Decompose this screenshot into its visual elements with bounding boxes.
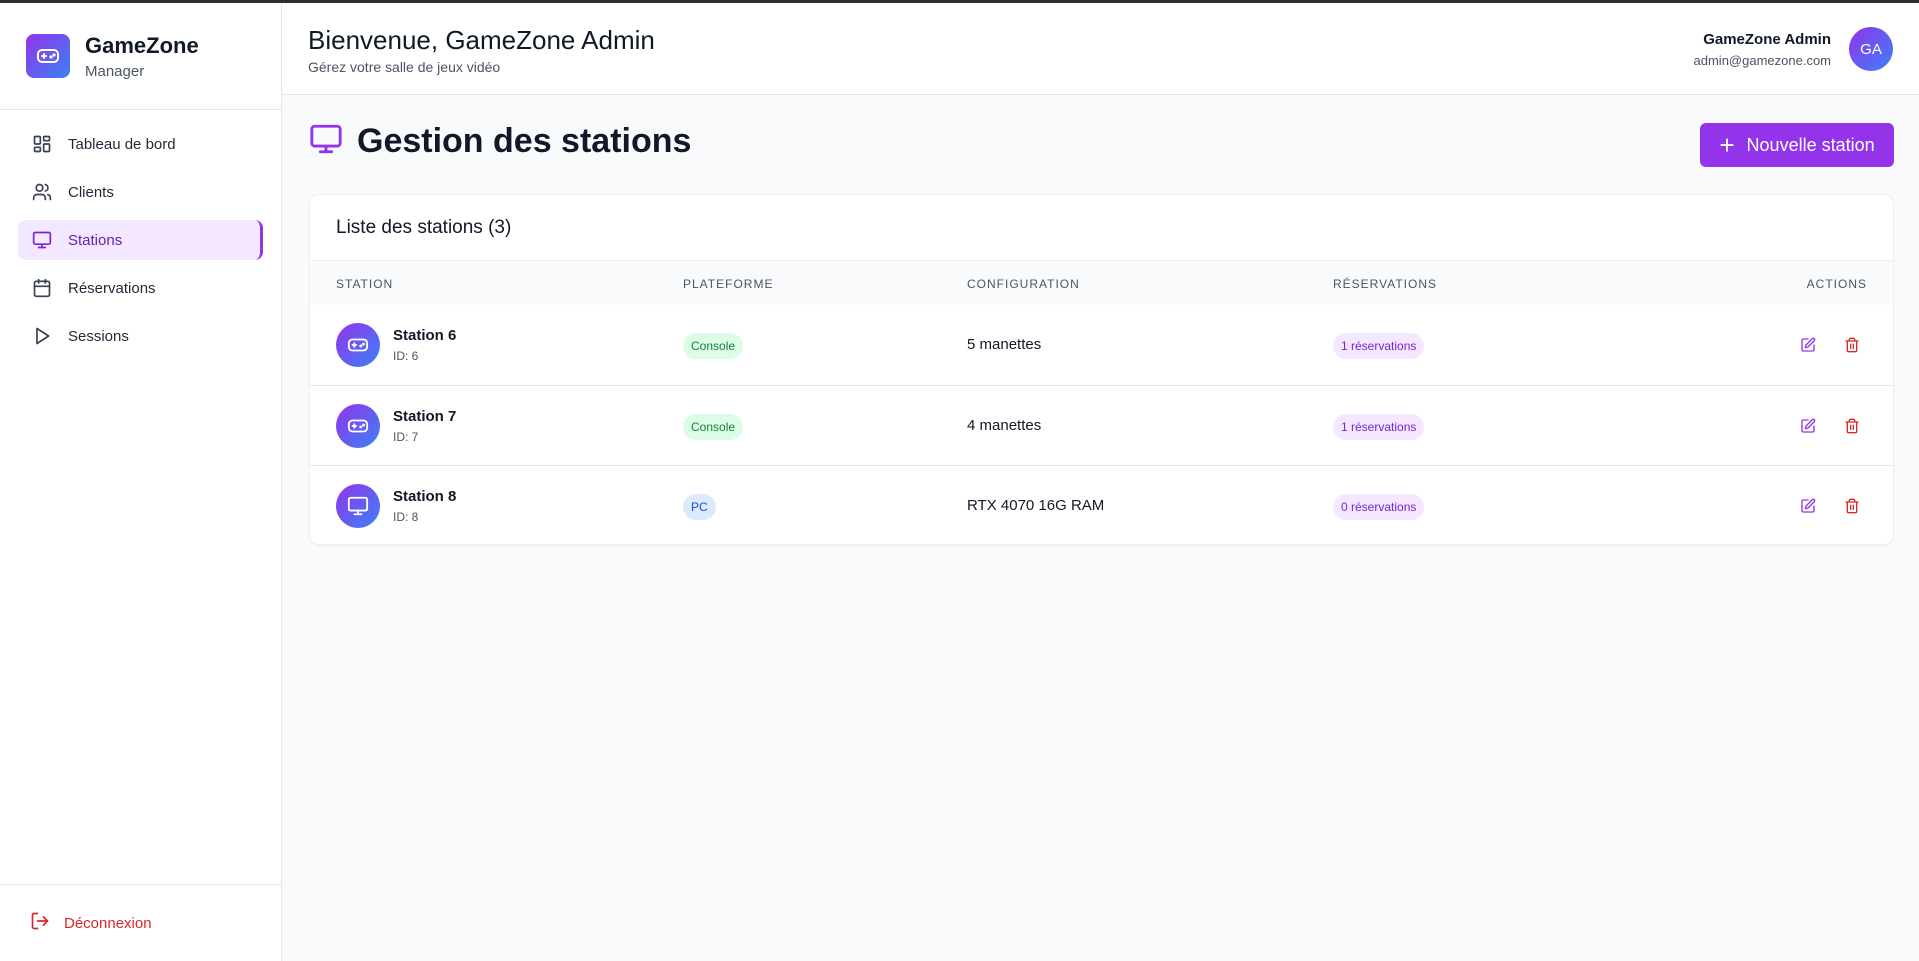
- edit-button[interactable]: [1798, 496, 1818, 516]
- logout-icon: [30, 911, 50, 935]
- station-id: ID: 8: [393, 510, 419, 524]
- logout-button[interactable]: Déconnexion: [0, 884, 281, 961]
- sidebar-item-label: Stations: [68, 231, 123, 249]
- table-row: Station 8 ID: 8 PC RTX 4070 16G RAM 0 ré…: [310, 465, 1893, 544]
- play-icon: [30, 324, 54, 348]
- calendar-icon: [30, 276, 54, 300]
- gamepad-icon: [336, 404, 380, 448]
- station-id: ID: 6: [393, 349, 419, 363]
- new-station-label: Nouvelle station: [1746, 134, 1875, 155]
- delete-button[interactable]: [1842, 335, 1862, 355]
- sidebar-item-stations[interactable]: Stations: [18, 220, 263, 260]
- sidebar-item-clients[interactable]: Clients: [18, 172, 263, 212]
- delete-button[interactable]: [1842, 496, 1862, 516]
- column-header-actions: ACTIONS: [1806, 277, 1867, 291]
- page-title: Gestion des stations: [357, 122, 692, 160]
- reservations-badge: 1 réservations: [1333, 333, 1425, 359]
- table-header: STATION PLATEFORME CONFIGURATION RÉSERVA…: [310, 261, 1893, 305]
- edit-icon: [1801, 337, 1816, 352]
- sidebar-item-label: Tableau de bord: [68, 135, 176, 153]
- column-header-configuration: CONFIGURATION: [967, 277, 1080, 291]
- welcome-title: Bienvenue, GameZone Admin: [308, 25, 655, 55]
- user-email: admin@gamezone.com: [1693, 53, 1831, 68]
- stations-card: Liste des stations (3) STATION PLATEFORM…: [309, 194, 1894, 545]
- dashboard-grid-icon: [30, 132, 54, 156]
- table-row: Station 7 ID: 7 Console 4 manettes 1 rés…: [310, 385, 1893, 465]
- sidebar: GameZone Manager Tableau de bord Clients…: [0, 3, 282, 961]
- station-name: Station 8: [393, 488, 457, 505]
- monitor-icon: [336, 484, 380, 528]
- gamepad-icon: [26, 34, 70, 78]
- station-config: 4 manettes: [967, 417, 1042, 434]
- station-name: Station 6: [393, 327, 457, 344]
- sidebar-item-label: Sessions: [68, 327, 129, 345]
- logout-label: Déconnexion: [64, 914, 152, 932]
- sidebar-item-label: Clients: [68, 183, 114, 201]
- reservations-badge: 0 réservations: [1333, 494, 1425, 520]
- sidebar-item-label: Réservations: [68, 279, 156, 297]
- table-row: Station 6 ID: 6 Console 5 manettes 1 rés…: [310, 305, 1893, 385]
- station-config: RTX 4070 16G RAM: [967, 497, 1105, 514]
- station-config: 5 manettes: [967, 336, 1042, 353]
- user-name: GameZone Admin: [1703, 31, 1831, 48]
- column-header-station: STATION: [336, 277, 394, 291]
- trash-icon: [1845, 418, 1859, 434]
- sidebar-item-sessions[interactable]: Sessions: [18, 316, 263, 356]
- welcome-subtitle: Gérez votre salle de jeux vidéo: [308, 59, 501, 75]
- page-title-row: Gestion des stations: [309, 122, 691, 161]
- column-header-reservations: RÉSERVATIONS: [1333, 277, 1438, 291]
- avatar[interactable]: GA: [1849, 27, 1893, 71]
- delete-button[interactable]: [1842, 416, 1862, 436]
- top-header: Bienvenue, GameZone Admin Gérez votre sa…: [282, 3, 1919, 95]
- monitor-icon: [309, 122, 343, 161]
- platform-badge: PC: [683, 494, 716, 520]
- monitor-icon: [30, 228, 54, 252]
- users-icon: [30, 180, 54, 204]
- brand: GameZone Manager: [0, 3, 281, 110]
- new-station-button[interactable]: + Nouvelle station: [1700, 123, 1894, 167]
- platform-badge: Console: [683, 333, 744, 359]
- gamepad-icon: [336, 323, 380, 367]
- edit-button[interactable]: [1798, 335, 1818, 355]
- reservations-badge: 1 réservations: [1333, 414, 1425, 440]
- trash-icon: [1845, 337, 1859, 353]
- brand-subtitle: Manager: [85, 62, 145, 80]
- card-title: Liste des stations (3): [310, 195, 1893, 261]
- platform-badge: Console: [683, 414, 744, 440]
- plus-icon: +: [1719, 130, 1735, 160]
- sidebar-nav: Tableau de bord Clients Stations Réserva…: [0, 110, 281, 356]
- edit-button[interactable]: [1798, 416, 1818, 436]
- station-id: ID: 7: [393, 430, 419, 444]
- column-header-platform: PLATEFORME: [683, 277, 774, 291]
- sidebar-item-tableau-de-bord[interactable]: Tableau de bord: [18, 124, 263, 164]
- trash-icon: [1845, 498, 1859, 514]
- edit-icon: [1801, 498, 1816, 513]
- station-name: Station 7: [393, 408, 457, 425]
- sidebar-item-reservations[interactable]: Réservations: [18, 268, 263, 308]
- edit-icon: [1801, 418, 1816, 433]
- table-body: Station 6 ID: 6 Console 5 manettes 1 rés…: [310, 305, 1893, 544]
- brand-name: GameZone: [85, 32, 199, 58]
